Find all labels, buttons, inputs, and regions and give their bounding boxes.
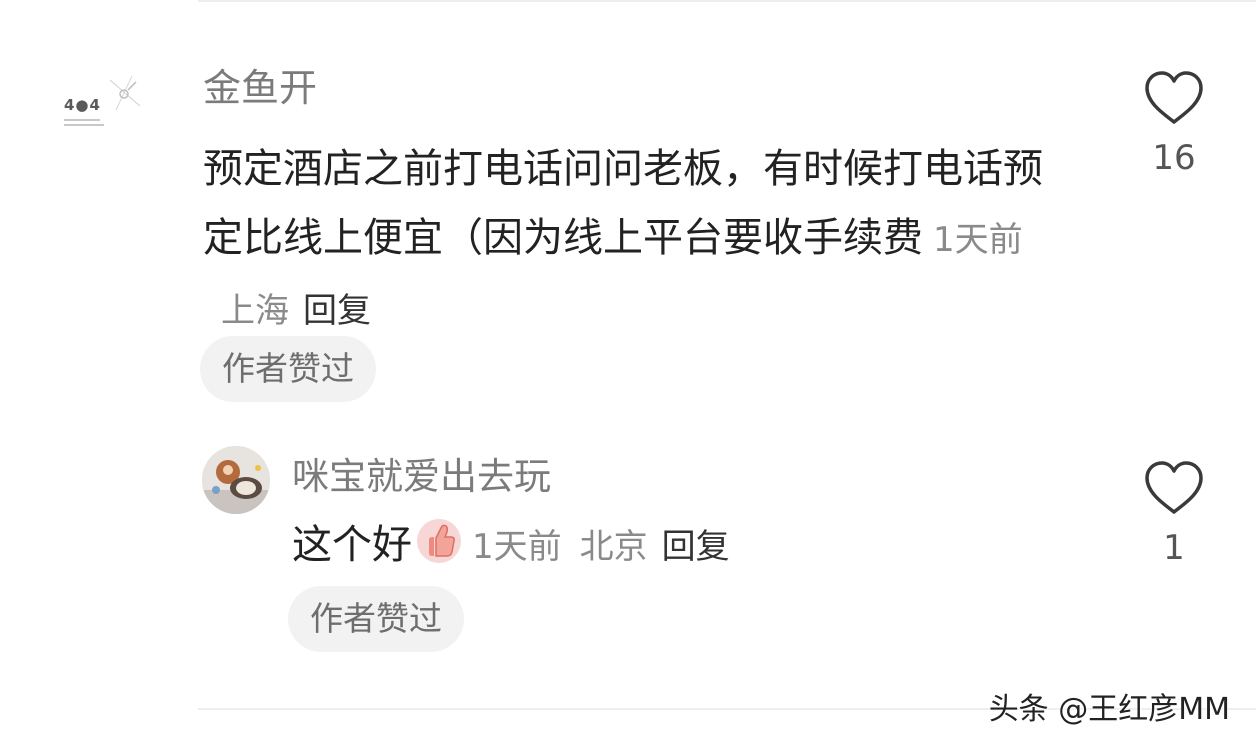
thumbs-up-emoji-icon: [417, 519, 461, 563]
comment-text: 预定酒店之前打电话问问老板，有时候打电话预定比线上便宜（因为线上平台要收手续费: [203, 146, 1043, 261]
comment-time: 1天前: [933, 220, 1023, 260]
reply-button[interactable]: 回复: [303, 291, 371, 331]
avatar-photo: [202, 446, 270, 514]
top-divider: [198, 0, 1256, 2]
reply-like-button[interactable]: 1: [1134, 460, 1214, 568]
watermark: 头条 @王红彦MM: [988, 692, 1230, 727]
reply-body: 这个好 1天前 北京 回复: [292, 513, 730, 579]
comment-body: 预定酒店之前打电话问问老板，有时候打电话预定比线上便宜（因为线上平台要收手续费 1…: [203, 135, 1053, 346]
author-liked-badge: 作者赞过: [200, 336, 376, 402]
reply-author-liked-badge: 作者赞过: [288, 586, 464, 652]
reply-time: 1天前: [472, 527, 562, 567]
comment-username[interactable]: 金鱼开: [203, 57, 317, 112]
heart-outline-icon[interactable]: [1143, 70, 1205, 126]
reply-avatar[interactable]: [202, 446, 270, 514]
avatar[interactable]: 4●4: [52, 58, 152, 158]
comment-thread: 4●4 金鱼开 预定酒店之前打电话问问老板，有时候打电话预定比线上便宜（因为线上…: [0, 0, 1256, 741]
reply-username[interactable]: 咪宝就爱出去玩: [292, 446, 551, 500]
satellite-icon: [109, 75, 141, 111]
comment-location: 上海: [221, 291, 289, 331]
reply-like-count: 1: [1163, 528, 1185, 568]
reply-text: 这个好: [292, 522, 412, 568]
avatar-tiny-text: [64, 119, 124, 126]
heart-outline-icon[interactable]: [1143, 460, 1205, 516]
reply-location: 北京: [579, 527, 648, 567]
like-button[interactable]: 16: [1134, 70, 1214, 178]
avatar-404-text: 4●4: [64, 96, 101, 114]
like-count: 16: [1152, 138, 1196, 178]
reply-reply-button[interactable]: 回复: [662, 527, 730, 567]
